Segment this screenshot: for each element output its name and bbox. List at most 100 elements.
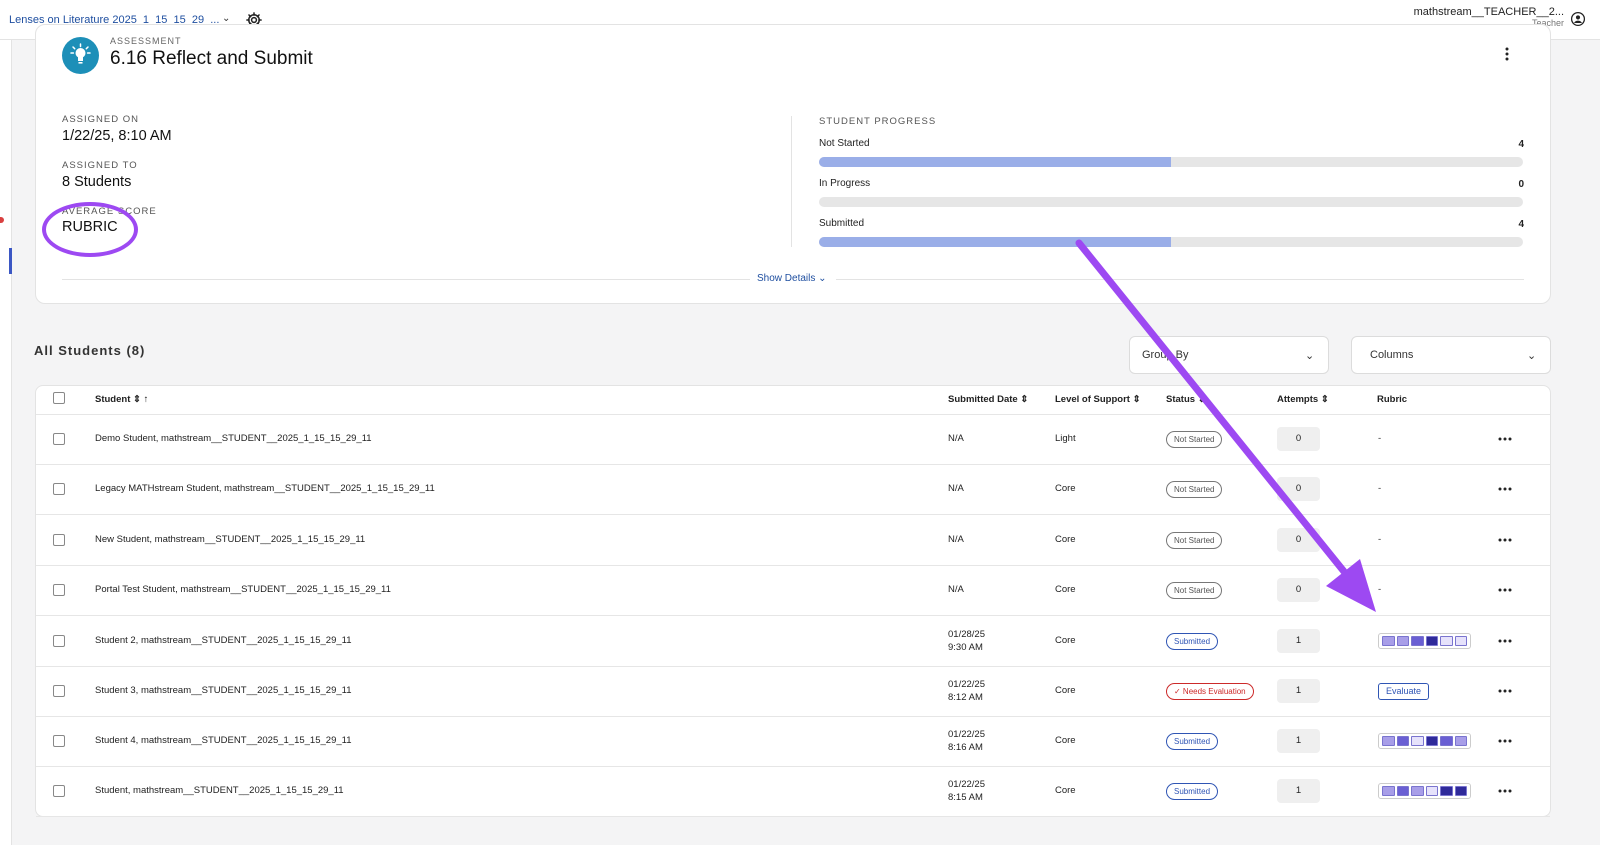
student-name[interactable]: Student 2, mathstream__STUDENT__2025_1_1… (95, 635, 352, 646)
student-name[interactable]: Student, mathstream__STUDENT__2025_1_15_… (95, 785, 344, 796)
more-horizontal-icon[interactable] (1497, 788, 1513, 794)
rubric-score-bar[interactable] (1378, 783, 1471, 799)
row-checkbox[interactable] (53, 735, 65, 747)
row-checkbox[interactable] (53, 584, 65, 596)
submitted-date: N/A (948, 433, 964, 444)
rubric-level-cell (1411, 786, 1424, 796)
chevron-down-icon: ⌄ (1527, 350, 1537, 362)
rubric-score-bar[interactable] (1378, 633, 1471, 649)
rubric-level-cell (1454, 636, 1467, 646)
rubric-score-bar[interactable] (1378, 733, 1471, 749)
row-divider (36, 565, 1550, 566)
attempts-count: 1 (1277, 729, 1320, 753)
more-horizontal-icon[interactable] (1497, 738, 1513, 744)
row-divider (36, 666, 1550, 667)
row-divider (36, 766, 1550, 767)
progress-in-progress-count: 0 (1518, 179, 1524, 190)
column-header-student[interactable]: Student ⇕ ↑ (95, 394, 148, 405)
columns-dropdown[interactable]: Columns ⌄ (1351, 336, 1551, 374)
progress-not-started-count: 4 (1518, 139, 1524, 150)
student-name[interactable]: Legacy MATHstream Student, mathstream__S… (95, 483, 435, 494)
submitted-date: 01/22/25 8:15 AM (948, 778, 985, 804)
rubric-level-cell (1425, 736, 1438, 746)
divider (791, 116, 792, 247)
submitted-date-time: 9:30 AM (948, 642, 983, 653)
chevron-down-icon[interactable]: ⌄ (222, 13, 230, 24)
column-header-label: Level of Support (1055, 394, 1130, 405)
more-horizontal-icon[interactable] (1497, 638, 1513, 644)
row-checkbox[interactable] (53, 534, 65, 546)
students-heading: All Students (8) (34, 343, 146, 358)
divider (836, 279, 1524, 280)
submitted-date-time: 8:12 AM (948, 692, 983, 703)
status-badge: Not Started (1166, 431, 1223, 448)
group-by-label: Group By (1142, 349, 1189, 361)
level-of-support: Core (1055, 584, 1076, 595)
submitted-date-time: 8:15 AM (948, 792, 983, 803)
submitted-date: 01/22/25 8:12 AM (948, 678, 985, 704)
active-indicator (9, 248, 12, 274)
rubric-level-cell (1454, 736, 1467, 746)
sort-icon: ⇕ ↑ (133, 394, 149, 405)
status-badge: Submitted (1166, 633, 1219, 650)
rubric-level-cell (1396, 786, 1409, 796)
attempts-count: 0 (1277, 427, 1320, 451)
submitted-date-day: 01/22/25 (948, 779, 985, 790)
more-horizontal-icon[interactable] (1497, 486, 1513, 492)
row-checkbox[interactable] (53, 635, 65, 647)
assigned-on-value: 1/22/25, 8:10 AM (62, 128, 172, 144)
rubric-level-cell (1411, 736, 1424, 746)
assigned-to-value: 8 Students (62, 174, 132, 190)
student-name[interactable]: Student 3, mathstream__STUDENT__2025_1_1… (95, 685, 352, 696)
column-header-submitted-date[interactable]: Submitted Date ⇕ (948, 394, 1028, 405)
left-rail (0, 40, 12, 845)
page-title: 6.16 Reflect and Submit (110, 48, 313, 69)
more-horizontal-icon[interactable] (1497, 587, 1513, 593)
submitted-date-day: 01/22/25 (948, 729, 985, 740)
row-checkbox[interactable] (53, 785, 65, 797)
account-icon[interactable] (1570, 11, 1586, 27)
submitted-date: 01/28/25 9:30 AM (948, 628, 985, 654)
progress-bar-in-progress (819, 197, 1523, 207)
more-horizontal-icon[interactable] (1497, 688, 1513, 694)
rubric-level-cell (1382, 786, 1395, 796)
show-details-label[interactable]: Show Details (757, 273, 815, 284)
show-details-link[interactable]: Show Details ⌄ (757, 273, 827, 284)
more-horizontal-icon[interactable] (1497, 537, 1513, 543)
row-divider (36, 464, 1550, 465)
row-divider (36, 514, 1550, 515)
row-checkbox[interactable] (53, 483, 65, 495)
column-header-status[interactable]: Status ⇕ (1166, 394, 1206, 405)
more-vertical-icon[interactable] (1500, 46, 1514, 62)
rubric-level-cell (1425, 636, 1438, 646)
student-name[interactable]: New Student, mathstream__STUDENT__2025_1… (95, 534, 365, 545)
rubric-level-cell (1382, 736, 1395, 746)
student-name[interactable]: Demo Student, mathstream__STUDENT__2025_… (95, 433, 372, 444)
divider (62, 279, 750, 280)
more-horizontal-icon[interactable] (1497, 436, 1513, 442)
group-by-dropdown[interactable]: Group By ⌄ (1129, 336, 1329, 374)
row-checkbox[interactable] (53, 433, 65, 445)
column-header-attempts[interactable]: Attempts ⇕ (1277, 394, 1329, 405)
submitted-date-time: 8:16 AM (948, 742, 983, 753)
row-checkbox[interactable] (53, 685, 65, 697)
chevron-down-icon: ⌄ (1305, 350, 1315, 362)
column-header-label: Student (95, 394, 131, 405)
progress-in-progress-label: In Progress (819, 178, 871, 189)
column-header-level-of-support[interactable]: Level of Support ⇕ (1055, 394, 1141, 405)
student-name[interactable]: Student 4, mathstream__STUDENT__2025_1_1… (95, 735, 352, 746)
annotation-highlight-circle (42, 202, 138, 257)
rubric-level-cell (1396, 636, 1409, 646)
rubric-empty: - (1378, 584, 1382, 595)
submitted-date-day: 01/28/25 (948, 629, 985, 640)
student-name[interactable]: Portal Test Student, mathstream__STUDENT… (95, 584, 391, 595)
assessment-kicker: ASSESSMENT (110, 36, 182, 46)
status-badge: Not Started (1166, 532, 1223, 549)
attempts-count: 1 (1277, 779, 1320, 803)
select-all-checkbox[interactable] (53, 392, 65, 404)
user-name[interactable]: mathstream__TEACHER__2... (1414, 6, 1564, 18)
evaluate-button[interactable]: Evaluate (1378, 683, 1430, 700)
row-divider (36, 414, 1550, 415)
progress-not-started-label: Not Started (819, 138, 870, 149)
assigned-to-label: ASSIGNED TO (62, 160, 138, 171)
